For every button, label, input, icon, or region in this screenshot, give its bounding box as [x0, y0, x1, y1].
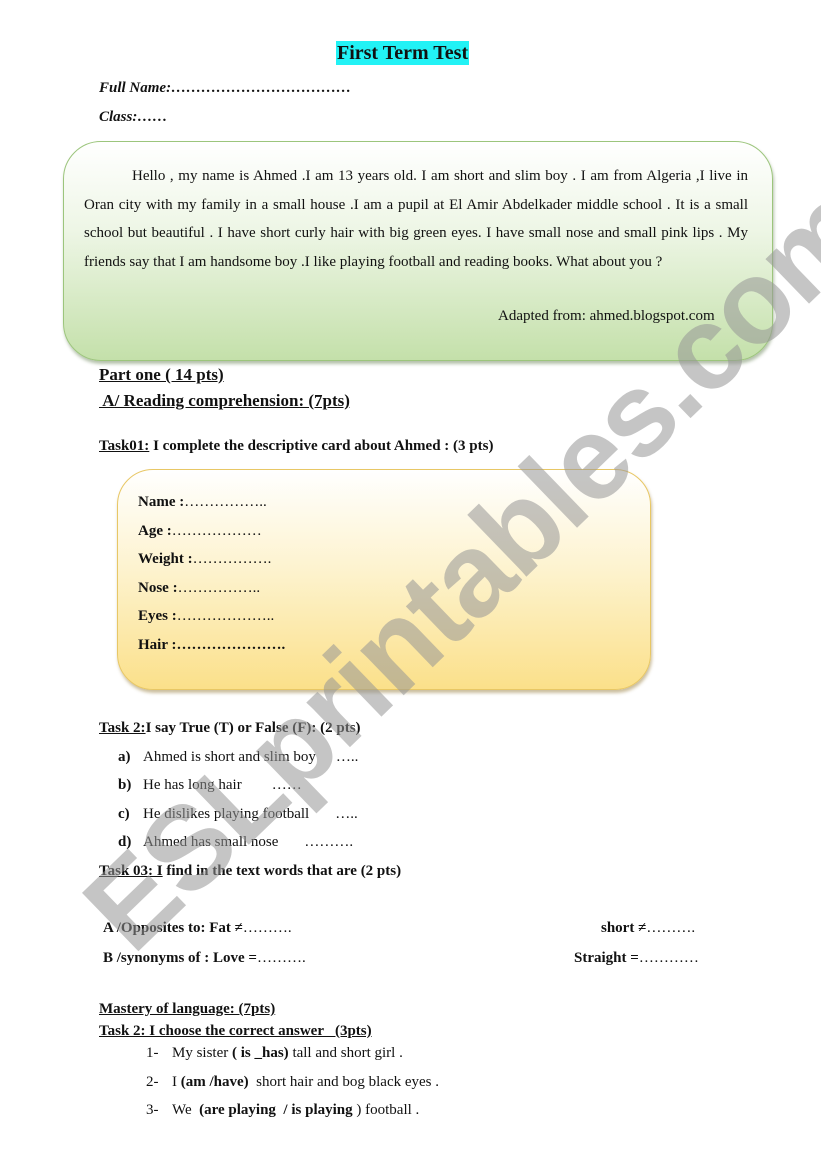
- task3-label: Task 03: I: [99, 863, 163, 879]
- mastery-heading: Mastery of language: (7pts): [99, 1001, 276, 1017]
- task3-instruction: find in the text words that are (2 pts): [162, 863, 402, 879]
- part-one-heading: Part one ( 14 pts): [99, 365, 224, 384]
- answer-blank[interactable]: ……: [272, 777, 302, 793]
- opposites-row: A /Opposites to: Fat ≠……….: [103, 920, 292, 936]
- full-name-field: Full Name:………………………………: [99, 80, 352, 96]
- card-row-hair: Hair :………………….: [138, 637, 286, 653]
- task1-instruction: I complete the descriptive card about Ah…: [149, 438, 494, 454]
- page-title: First Term Test: [336, 41, 470, 65]
- blank[interactable]: ………………..: [177, 608, 275, 624]
- blank[interactable]: …………….: [193, 551, 272, 567]
- task2-label: Task 2:: [99, 720, 146, 736]
- task2-heading: Task 2:I say True (T) or False (F): (2 p…: [99, 720, 361, 737]
- answer-blank[interactable]: …………: [639, 950, 699, 966]
- card-row-eyes: Eyes :………………..: [138, 608, 275, 624]
- card-row-age: Age :………………: [138, 523, 262, 539]
- task1-heading: Task01: I complete the descriptive card …: [99, 438, 493, 455]
- reading-passage: Hello , my name is Ahmed .I am 13 years …: [84, 162, 748, 276]
- answer-blank[interactable]: ……….: [304, 834, 353, 850]
- answer-blank[interactable]: ……….: [257, 950, 306, 966]
- choice-item-1: 1- My sister ( is _has) tall and short gi…: [146, 1045, 403, 1061]
- opposites-right: short ≠……….: [601, 920, 696, 936]
- choice-options[interactable]: ( is _has): [232, 1045, 289, 1061]
- answer-blank[interactable]: …..: [335, 806, 358, 822]
- choice-item-3: 3- We (are playing / is playing ) footbal…: [146, 1102, 420, 1118]
- reading-comprehension-heading: A/ Reading comprehension: (7pts): [99, 391, 350, 410]
- passage-text: Hello , my name is Ahmed .I am 13 years …: [84, 168, 748, 270]
- tf-item-b: b) He has long hair……: [118, 777, 302, 793]
- mastery-task-heading: Task 2: I choose the correct answer (3pt…: [99, 1023, 372, 1039]
- blank[interactable]: ………………: [172, 523, 262, 539]
- task1-label: Task01:: [99, 438, 150, 454]
- tf-item-d: d) Ahmed has small nose……….: [118, 834, 354, 850]
- passage-source: Adapted from: ahmed.blogspot.com: [498, 308, 715, 324]
- synonyms-row: B /synonyms of : Love =……….: [103, 950, 306, 966]
- class-field: Class:……: [99, 109, 168, 125]
- answer-blank[interactable]: ……….: [646, 920, 695, 936]
- blank[interactable]: ………………….: [176, 637, 285, 653]
- synonyms-right: Straight =…………: [574, 950, 699, 966]
- answer-blank[interactable]: ……….: [243, 920, 292, 936]
- card-row-name: Name :……………..: [138, 494, 267, 510]
- tf-item-c: c) He dislikes playing football…..: [118, 806, 358, 822]
- card-row-nose: Nose :……………..: [138, 580, 261, 596]
- choice-item-2: 2- I (am /have) short hair and bog black …: [146, 1074, 440, 1090]
- card-row-weight: Weight :…………….: [138, 551, 272, 567]
- choice-options[interactable]: (are playing / is playing: [199, 1102, 356, 1118]
- task2-instruction: I say True (T) or False (F): (2 pts): [145, 720, 361, 736]
- choice-options[interactable]: (am /have): [181, 1074, 249, 1090]
- blank[interactable]: ……………..: [184, 494, 267, 510]
- answer-blank[interactable]: …..: [336, 749, 359, 765]
- tf-item-a: a) Ahmed is short and slim boy…..: [118, 749, 359, 765]
- blank[interactable]: ……………..: [178, 580, 261, 596]
- task3-heading: Task 03: I find in the text words that a…: [99, 863, 401, 880]
